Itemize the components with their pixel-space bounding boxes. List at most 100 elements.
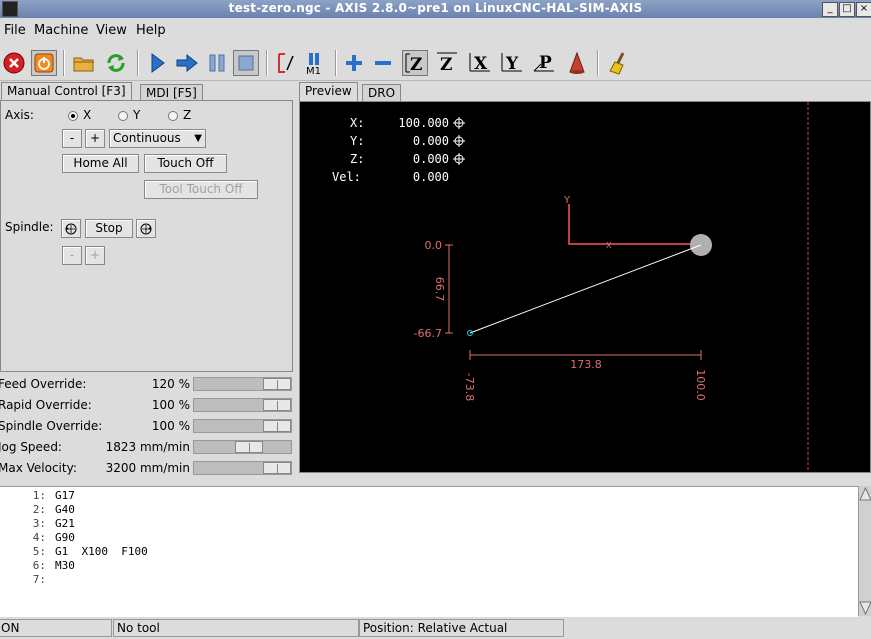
menu-view[interactable]: View	[96, 23, 127, 38]
slider-thumb[interactable]	[263, 378, 291, 390]
axis-x-letter: X	[606, 241, 612, 250]
gcode-scrollbar[interactable]	[858, 486, 871, 616]
homed-icon	[453, 117, 465, 165]
zoom-in-icon[interactable]	[341, 50, 367, 76]
rapid-override-slider[interactable]	[193, 398, 292, 412]
line-number: 2:	[32, 503, 46, 516]
maximize-button[interactable]: □	[839, 2, 855, 17]
slider-thumb[interactable]	[263, 420, 291, 432]
home-all-button[interactable]: Home All	[62, 154, 139, 173]
tab-manual-control[interactable]: Manual Control [F3]	[1, 82, 132, 101]
jog-minus-button[interactable]: -	[62, 129, 82, 148]
close-window-button[interactable]: ×	[856, 2, 871, 17]
y-span-label: 66.7	[433, 277, 446, 302]
jog-mode-select[interactable]: Continuous ▼	[109, 129, 206, 148]
toolbar: M1 Z Z X Y P	[0, 46, 871, 81]
feed-override-label: Feed Override:	[0, 377, 87, 391]
gcode-line: 4: G90	[0, 531, 75, 544]
line-number: 4:	[32, 531, 46, 544]
svg-text:M1: M1	[306, 66, 321, 76]
line-text: M30	[55, 559, 75, 572]
view-z2-icon[interactable]: Z	[434, 50, 460, 76]
toolpath-line	[469, 244, 702, 334]
gcode-line: 6: M30	[0, 559, 75, 572]
line-text: G1 X100 F100	[55, 545, 148, 558]
menu-help[interactable]: Help	[136, 23, 166, 38]
y-top-label: 0.0	[425, 239, 443, 252]
status-machine: ON	[0, 619, 112, 637]
feed-override-value: 120 %	[151, 377, 190, 391]
svg-text:Y: Y	[505, 54, 519, 74]
axis-y-letter: Y	[563, 195, 571, 206]
slider-thumb[interactable]	[263, 399, 291, 411]
gcode-line: 3: G21	[0, 517, 75, 530]
view-x-icon[interactable]: X	[467, 50, 493, 76]
status-tool: No tool	[113, 619, 359, 637]
step-icon[interactable]	[174, 50, 200, 76]
scroll-down-icon[interactable]	[859, 601, 871, 616]
window-title: test-zero.ngc - AXIS 2.8.0~pre1 on Linux…	[228, 1, 643, 15]
touch-off-button[interactable]: Touch Off	[144, 154, 227, 173]
feed-override-slider[interactable]	[193, 377, 292, 391]
menu-machine[interactable]: Machine	[34, 23, 88, 38]
line-number: 1:	[32, 489, 46, 502]
view-z-icon[interactable]: Z	[402, 50, 428, 76]
x-right-label: 100.0	[694, 369, 707, 401]
power-icon[interactable]	[31, 50, 57, 76]
y-bottom-label: -66.7	[414, 327, 442, 340]
spindle-override-slider[interactable]	[193, 419, 292, 433]
status-position: Position: Relative Actual	[359, 619, 564, 637]
spindle-stop-button[interactable]: Stop	[85, 219, 133, 238]
view-p-icon[interactable]: P	[531, 50, 557, 76]
line-text: G17	[55, 489, 75, 502]
radio-axis-z[interactable]	[168, 111, 178, 121]
spindle-minus-button[interactable]: -	[62, 246, 82, 265]
open-icon[interactable]	[71, 50, 97, 76]
clear-icon[interactable]	[607, 50, 633, 76]
gcode-text[interactable]: 1: G17 2: G40 3: G21 4: G90 5: G1 X100 F100 6…	[0, 486, 858, 617]
spindle-override-label: Spindle Override:	[0, 419, 103, 433]
scroll-up-icon[interactable]	[859, 486, 871, 501]
svg-text:Z: Z	[410, 55, 422, 75]
line-number: 5:	[32, 545, 46, 558]
max-velocity-value: 3200 mm/min	[105, 461, 190, 475]
run-icon[interactable]	[144, 50, 170, 76]
jog-plus-button[interactable]: +	[85, 129, 105, 148]
manual-control-panel: Axis: X Y Z - + Continuous ▼ Home All To…	[0, 100, 293, 372]
rotate-icon[interactable]	[564, 50, 590, 76]
slider-thumb[interactable]	[263, 462, 291, 474]
view-y-icon[interactable]: Y	[499, 50, 525, 76]
spindle-ccw-icon	[65, 223, 77, 235]
tool-touch-off-button[interactable]: Tool Touch Off	[144, 180, 258, 199]
radio-axis-y[interactable]	[118, 111, 128, 121]
pause-icon[interactable]	[204, 50, 230, 76]
title-bar: test-zero.ngc - AXIS 2.8.0~pre1 on Linux…	[0, 0, 871, 18]
line-text: G40	[55, 503, 75, 516]
stop-icon[interactable]	[233, 50, 259, 76]
tab-dro[interactable]: DRO	[362, 84, 402, 101]
minimize-button[interactable]: _	[822, 2, 838, 17]
svg-text:P: P	[539, 53, 552, 73]
slider-thumb[interactable]	[235, 441, 263, 453]
max-velocity-slider[interactable]	[193, 461, 292, 475]
jog-speed-label: Jog Speed:	[0, 440, 62, 454]
spindle-plus-button[interactable]: +	[85, 246, 105, 265]
preview-canvas[interactable]: X: 100.000 Y: 0.000 Z: 0.000 Vel: 0.000 …	[299, 101, 871, 473]
block-delete-icon[interactable]	[273, 50, 299, 76]
jog-speed-slider[interactable]	[193, 440, 292, 454]
estop-icon[interactable]	[1, 50, 27, 76]
spindle-ccw-button[interactable]	[61, 219, 81, 238]
optional-stop-icon[interactable]: M1	[302, 50, 328, 77]
reload-icon[interactable]	[103, 50, 129, 76]
radio-axis-x[interactable]	[68, 111, 78, 121]
tab-preview[interactable]: Preview	[299, 82, 358, 101]
line-number: 7:	[32, 573, 46, 586]
spindle-cw-button[interactable]	[136, 219, 156, 238]
menu-file[interactable]: File	[4, 23, 26, 38]
tab-mdi[interactable]: MDI [F5]	[140, 84, 203, 101]
line-number: 6:	[32, 559, 46, 572]
line-text: G21	[55, 517, 75, 530]
line-number: 3:	[32, 517, 46, 530]
chevron-down-icon: ▼	[194, 133, 202, 144]
zoom-out-icon[interactable]	[370, 50, 396, 76]
